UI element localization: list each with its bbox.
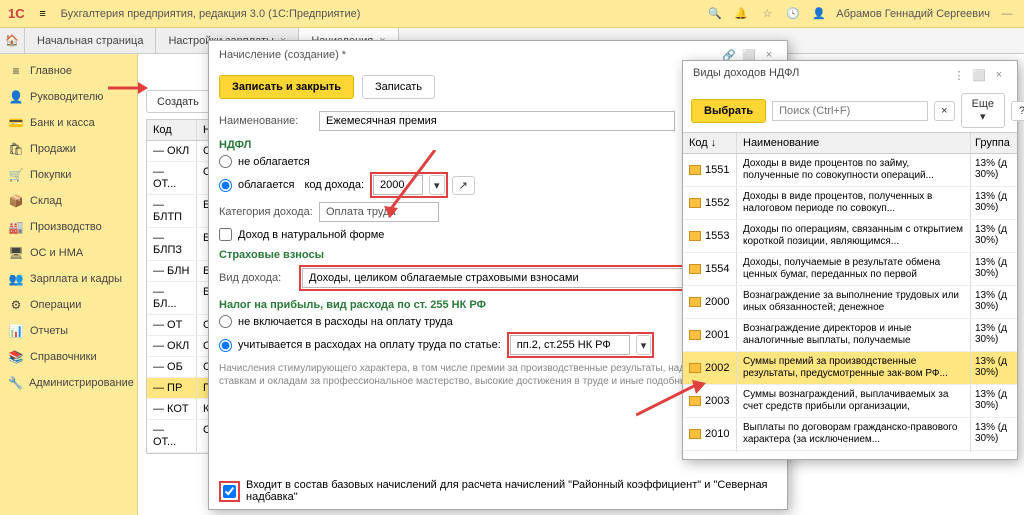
ref-table[interactable]: Код ↓ Наименование Группа 1551Доходы в в…: [683, 132, 1017, 452]
income-code-input[interactable]: [373, 175, 423, 195]
sidebar-icon: 💳: [8, 115, 24, 131]
folder-icon: [689, 330, 701, 340]
ref-col-group[interactable]: Группа: [971, 133, 1017, 153]
sidebar-item[interactable]: 📊Отчеты: [0, 318, 137, 344]
sidebar-item[interactable]: ≡Главное: [0, 58, 137, 84]
sidebar-item[interactable]: 🔧Администрирование: [0, 370, 137, 396]
name-input[interactable]: [319, 111, 675, 131]
titlebar: 1С ≡ Бухгалтерия предприятия, редакция 3…: [0, 0, 1024, 28]
form-title-text: Начисление (создание) *: [219, 49, 346, 61]
username[interactable]: Абрамов Геннадий Сергеевич: [836, 8, 990, 20]
search-icon[interactable]: 🔍: [706, 5, 724, 23]
ref-row[interactable]: 1552Доходы в виде процентов, полученных …: [683, 187, 1017, 220]
logo: 1С: [8, 6, 25, 21]
ref-panel: Виды доходов НДФЛ ⋮ ⬜ × Выбрать × Еще ▾ …: [682, 60, 1018, 460]
sidebar-icon: 🔧: [8, 375, 23, 391]
col-code[interactable]: Код: [147, 120, 197, 140]
folder-icon: [689, 165, 701, 175]
sidebar-item[interactable]: 💳Банк и касса: [0, 110, 137, 136]
search-input[interactable]: [772, 101, 928, 121]
sidebar: ≡Главное👤Руководителю💳Банк и касса🛍Прода…: [0, 54, 138, 515]
folder-icon: [689, 264, 701, 274]
dropdown-icon[interactable]: ▾: [636, 335, 652, 355]
save-button[interactable]: Записать: [362, 75, 435, 99]
ref-row[interactable]: 1554Доходы, получаемые в результате обме…: [683, 253, 1017, 286]
sidebar-icon: 🏭: [8, 219, 24, 235]
folder-icon: [689, 429, 701, 439]
folder-icon: [689, 363, 701, 373]
menu-icon[interactable]: ≡: [33, 4, 53, 24]
sidebar-icon: 🛍: [8, 141, 24, 157]
close-icon[interactable]: ×: [991, 67, 1007, 83]
help-button[interactable]: ?: [1011, 101, 1024, 121]
sidebar-icon: 👥: [8, 271, 24, 287]
income-type-input[interactable]: [302, 268, 729, 288]
ref-col-code[interactable]: Код ↓: [683, 133, 737, 153]
maximize-icon[interactable]: ⬜: [971, 67, 987, 83]
tab-home-page[interactable]: Начальная страница: [25, 28, 156, 53]
tab-home[interactable]: 🏠: [0, 28, 25, 53]
sidebar-icon: 👤: [8, 89, 24, 105]
name-label: Наименование:: [219, 115, 319, 127]
sidebar-item[interactable]: 👤Руководителю: [0, 84, 137, 110]
folder-icon: [689, 198, 701, 208]
clock-icon[interactable]: 🕓: [784, 5, 802, 23]
ref-row[interactable]: 2003Суммы вознаграждений, выплачиваемых …: [683, 385, 1017, 418]
sidebar-icon: ⚙: [8, 297, 24, 313]
app-title: Бухгалтерия предприятия, редакция 3.0 (1…: [61, 8, 707, 20]
sidebar-icon: 📦: [8, 193, 24, 209]
sidebar-icon: 📚: [8, 349, 24, 365]
category-input: [319, 202, 439, 222]
user-icon[interactable]: 👤: [810, 5, 828, 23]
star-icon[interactable]: ☆: [758, 5, 776, 23]
ref-col-name[interactable]: Наименование: [737, 133, 971, 153]
article-input[interactable]: [510, 335, 630, 355]
bell-icon[interactable]: 🔔: [732, 5, 750, 23]
incl-radio[interactable]: [219, 339, 232, 352]
base-accrual-checkbox[interactable]: [223, 485, 236, 498]
sidebar-icon: 🖥: [8, 245, 24, 261]
ref-row[interactable]: 1553Доходы по операциям, связанным с отк…: [683, 220, 1017, 253]
ref-title: Виды доходов НДФЛ: [693, 67, 799, 83]
sidebar-item[interactable]: 🛍Продажи: [0, 136, 137, 162]
ref-row[interactable]: 2010Выплаты по договорам гражданско-прав…: [683, 418, 1017, 451]
sidebar-item[interactable]: 👥Зарплата и кадры: [0, 266, 137, 292]
sidebar-item[interactable]: 📚Справочники: [0, 344, 137, 370]
nontax-radio[interactable]: [219, 155, 232, 168]
natural-checkbox[interactable]: [219, 228, 232, 241]
ref-row[interactable]: 1551Доходы в виде процентов по займу, по…: [683, 154, 1017, 187]
folder-icon: [689, 297, 701, 307]
sidebar-item[interactable]: 🖥ОС и НМА: [0, 240, 137, 266]
ref-row[interactable]: 2002Суммы премий за производственные рез…: [683, 352, 1017, 385]
select-button[interactable]: Выбрать: [691, 99, 766, 123]
folder-icon: [689, 231, 701, 241]
sidebar-item[interactable]: 📦Склад: [0, 188, 137, 214]
not-incl-radio[interactable]: [219, 315, 232, 328]
clear-search-icon[interactable]: ×: [934, 101, 954, 121]
sidebar-icon: ≡: [8, 63, 24, 79]
sidebar-item[interactable]: 🛒Покупки: [0, 162, 137, 188]
minimize-icon[interactable]: —: [998, 5, 1016, 23]
folder-icon: [689, 396, 701, 406]
save-close-button[interactable]: Записать и закрыть: [219, 75, 354, 99]
sidebar-item[interactable]: 🏭Производство: [0, 214, 137, 240]
menu-icon[interactable]: ⋮: [951, 67, 967, 83]
sidebar-item[interactable]: ⚙Операции: [0, 292, 137, 318]
ref-row[interactable]: 2000Вознаграждение за выполнение трудовы…: [683, 286, 1017, 319]
taxed-radio[interactable]: [219, 179, 232, 192]
sidebar-icon: 📊: [8, 323, 24, 339]
ref-row[interactable]: 2012Суммы отпускных выплат13% (д: [683, 451, 1017, 452]
open-ref-icon[interactable]: ↗: [452, 176, 475, 195]
sidebar-icon: 🛒: [8, 167, 24, 183]
more-button[interactable]: Еще ▾: [961, 93, 1005, 128]
ref-row[interactable]: 2001Вознаграждение директоров и иные ана…: [683, 319, 1017, 352]
dropdown-icon[interactable]: ▾: [429, 175, 445, 195]
create-button[interactable]: Создать: [146, 90, 210, 113]
